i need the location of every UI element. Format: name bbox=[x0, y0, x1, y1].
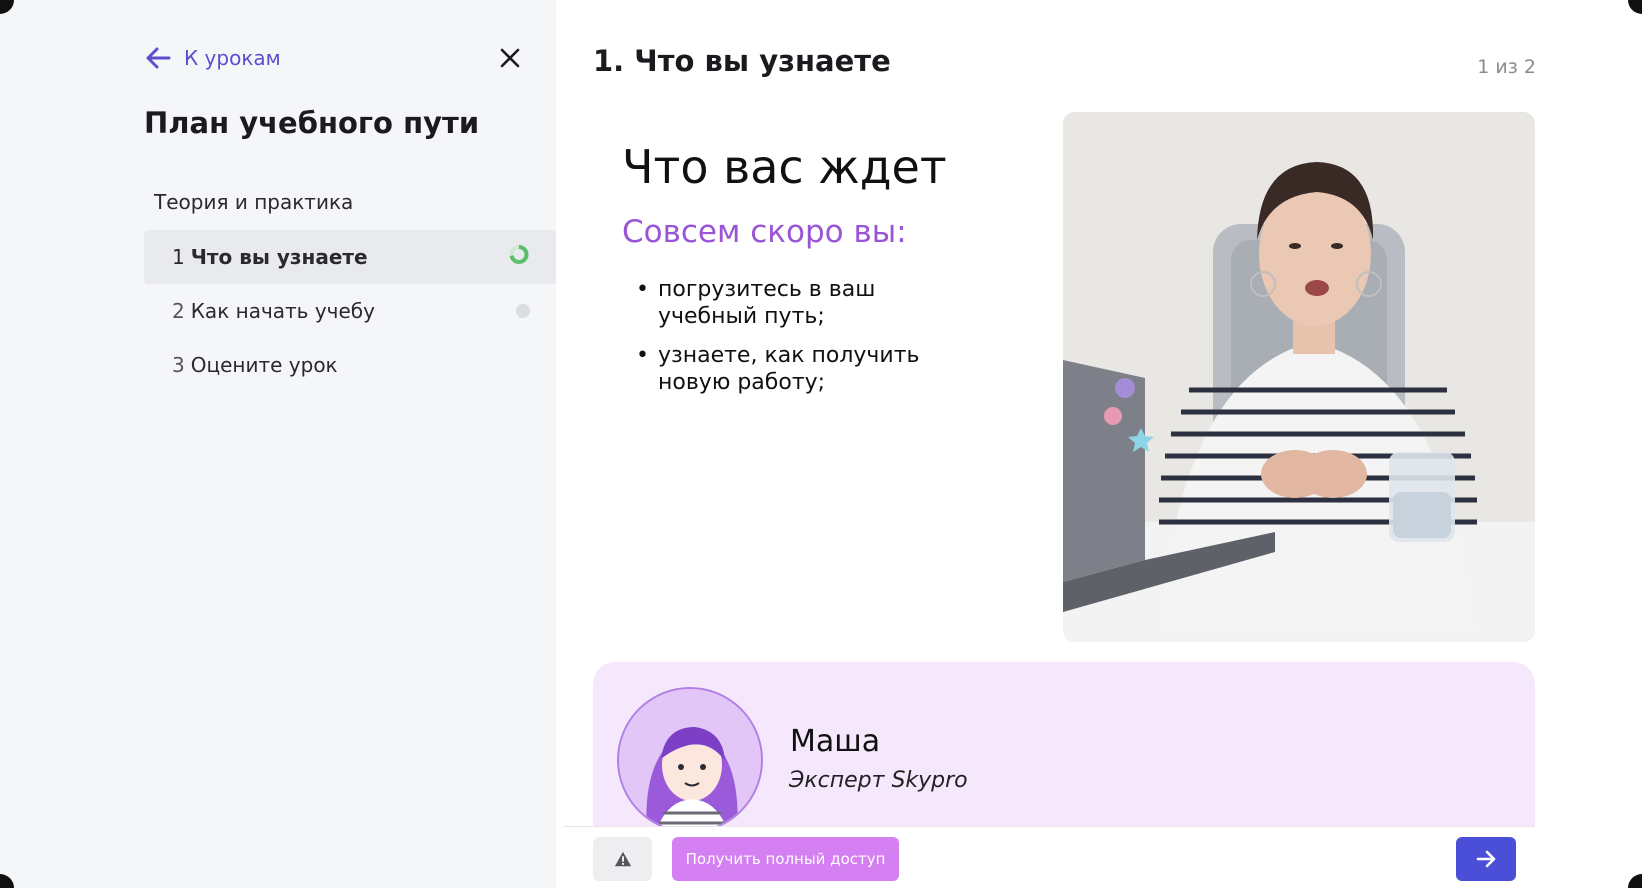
progress-ring-icon bbox=[508, 244, 530, 271]
slide-bullet: погрузитесь в ваш учебный путь; bbox=[636, 276, 966, 330]
next-button[interactable] bbox=[1456, 837, 1516, 881]
lesson-list: 1 Что вы узнаете 2 Как начать учебу 3 Оц… bbox=[144, 230, 556, 392]
lesson-label: Что вы узнаете bbox=[190, 245, 368, 269]
section-label: Теория и практика bbox=[154, 190, 354, 214]
lesson-heading: 1. Что вы узнаете bbox=[593, 44, 891, 78]
get-full-access-button[interactable]: Получить полный доступ bbox=[672, 837, 899, 881]
slide-bullet: узнаете, как получить новую работу; bbox=[636, 342, 966, 396]
lesson-item-3[interactable]: 3 Оцените урок bbox=[144, 338, 556, 392]
page-counter: 1 из 2 bbox=[1477, 56, 1536, 78]
not-started-dot-icon bbox=[516, 304, 530, 318]
presenter-video-frame bbox=[1063, 112, 1535, 642]
arrow-right-icon bbox=[1476, 850, 1496, 868]
slide-title: Что вас ждет bbox=[622, 140, 947, 194]
slide-subtitle: Совсем скоро вы: bbox=[622, 214, 907, 250]
close-button[interactable] bbox=[496, 44, 524, 72]
warning-icon bbox=[614, 851, 631, 867]
lesson-video[interactable] bbox=[1063, 112, 1535, 642]
back-link-label: К урокам bbox=[184, 46, 281, 70]
frame-corner bbox=[1628, 0, 1642, 14]
lesson-sidebar: К урокам План учебного пути Теория и пра… bbox=[0, 0, 556, 888]
expert-role: Эксперт Skypro bbox=[789, 768, 968, 793]
expert-name: Маша bbox=[790, 724, 881, 759]
frame-corner bbox=[1628, 874, 1642, 888]
expert-avatar bbox=[617, 687, 763, 827]
lesson-item-1[interactable]: 1 Что вы узнаете bbox=[144, 230, 556, 284]
lesson-number: 3 bbox=[172, 353, 185, 377]
lesson-number: 2 bbox=[172, 299, 185, 323]
lesson-label: Как начать учебу bbox=[190, 299, 375, 323]
report-problem-button[interactable] bbox=[593, 837, 652, 881]
bottom-action-bar: Получить полный доступ bbox=[563, 826, 1535, 888]
lesson-item-2[interactable]: 2 Как начать учебу bbox=[144, 284, 556, 338]
arrow-left-icon bbox=[146, 47, 171, 69]
slide-bullet-list: погрузитесь в ваш учебный путь; узнаете,… bbox=[636, 276, 966, 408]
plan-title: План учебного пути bbox=[144, 106, 480, 140]
back-to-lessons-link[interactable]: К урокам bbox=[144, 44, 281, 72]
lesson-number: 1 bbox=[172, 245, 185, 269]
close-icon bbox=[500, 48, 520, 68]
lesson-label: Оцените урок bbox=[190, 353, 338, 377]
expert-card: Маша Эксперт Skypro bbox=[593, 662, 1535, 827]
